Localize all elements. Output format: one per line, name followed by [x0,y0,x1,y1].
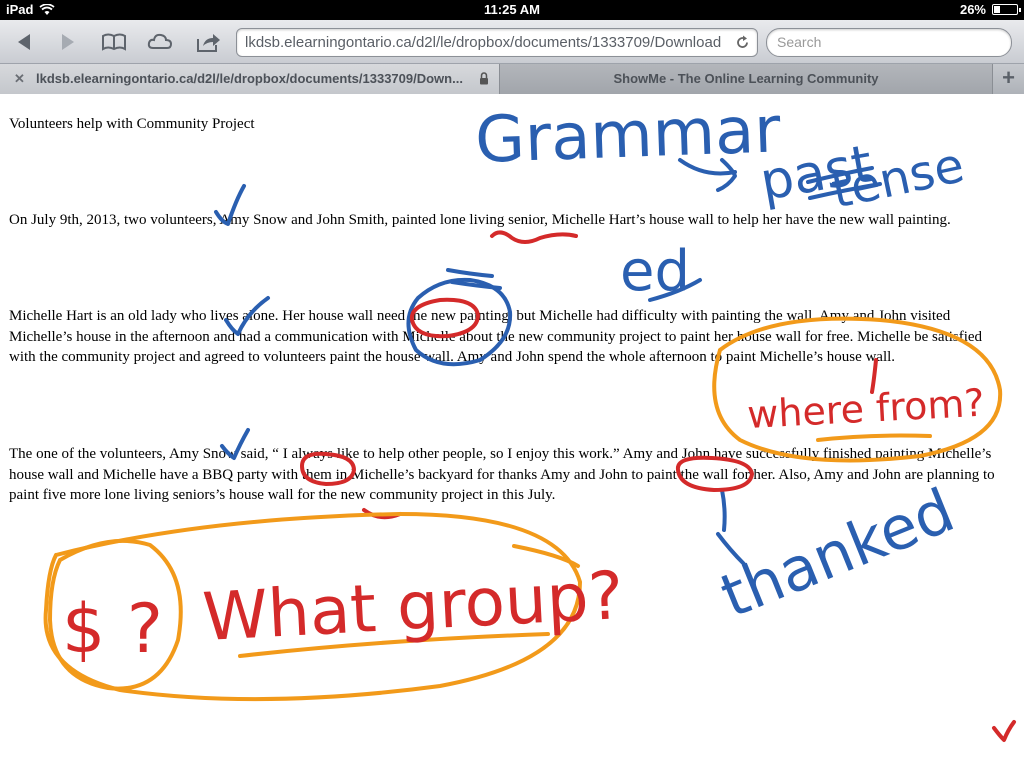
status-bar: iPad 11:25 AM 26% [0,0,1024,20]
bookmarks-button[interactable] [100,29,128,55]
book-icon [102,33,126,51]
back-arrow-icon [18,34,30,50]
lock-icon [480,72,488,85]
clock: 11:25 AM [484,2,540,17]
browser-toolbar: lkdsb.elearningontario.ca/d2l/le/dropbox… [0,20,1024,64]
tab-showme[interactable]: ShowMe - The Online Learning Community [500,64,992,94]
cloud-icon [147,33,173,49]
tab-label: lkdsb.elearningontario.ca/d2l/le/dropbox… [36,71,463,86]
battery-percent: 26% [959,2,986,17]
paragraph: On July 9th, 2013, two volunteers, Amy S… [9,212,951,228]
reload-icon[interactable] [734,34,751,51]
document-title: Volunteers help with Community Project [9,116,255,132]
document-page: Volunteers help with Community Project O… [0,94,1024,768]
forward-arrow-icon [62,34,74,50]
share-button[interactable] [194,29,222,55]
back-button[interactable] [10,29,38,55]
url-text: lkdsb.elearningontario.ca/d2l/le/dropbox… [245,34,722,51]
forward-button[interactable] [54,29,82,55]
new-tab-button[interactable]: + [992,64,1024,94]
battery-icon [992,4,1021,15]
tab-bar: ✕ lkdsb.elearningontario.ca/d2l/le/dropb… [0,64,1024,94]
tab-label: ShowMe - The Online Learning Community [613,71,879,86]
icloud-tabs-button[interactable] [146,29,174,55]
search-input[interactable]: Search [766,28,1012,57]
close-icon[interactable]: ✕ [14,71,25,87]
paragraph: The one of the volunteers, Amy Snow said… [9,446,995,503]
tab-dropbox-document[interactable]: ✕ lkdsb.elearningontario.ca/d2l/le/dropb… [0,64,500,94]
share-icon [197,34,220,52]
address-bar[interactable]: lkdsb.elearningontario.ca/d2l/le/dropbox… [236,28,758,57]
plus-icon: + [1002,65,1015,90]
search-placeholder: Search [777,34,822,50]
paragraph: Michelle Hart is an old lady who lives a… [9,308,983,365]
